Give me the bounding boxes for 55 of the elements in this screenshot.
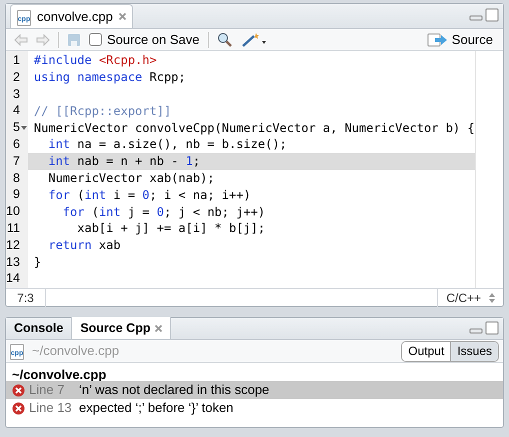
line-number: 10 — [6, 203, 20, 220]
source-arrow-icon — [426, 32, 449, 46]
cursor-position: 7:3 — [6, 288, 46, 306]
close-icon[interactable] — [155, 324, 162, 332]
code-line: #include <Rcpp.h> — [34, 52, 157, 70]
line-number: 3 — [12, 86, 20, 103]
view-toggle[interactable]: Issues — [450, 342, 498, 360]
forward-arrow-icon[interactable] — [36, 34, 50, 46]
issue-row[interactable]: Line 7 ‘n’ was not declared in this scope — [6, 381, 503, 399]
issue-line: Line 7 — [29, 381, 66, 400]
maximize-icon[interactable] — [485, 8, 499, 22]
issue-message: ‘n’ was not declared in this scope — [79, 381, 270, 400]
code-line: } — [34, 254, 42, 271]
checkbox[interactable] — [89, 33, 102, 46]
source-button[interactable]: Source — [426, 30, 495, 50]
issue-message: expected ‘;’ before ‘}’ token — [79, 399, 234, 418]
line-number: 11 — [6, 220, 20, 237]
back-arrow-icon[interactable] — [14, 34, 28, 46]
code-line: xab[i + j] += a[i] * b[j]; — [76, 220, 266, 238]
view-toggle[interactable]: Output — [402, 342, 450, 360]
line-number: 7 — [12, 152, 20, 170]
magic-wand-icon[interactable] — [240, 32, 267, 48]
code-line: for (int i = 0; i < na; i++) — [47, 186, 251, 204]
up-down-arrows-icon — [489, 292, 495, 302]
fold-icon[interactable] — [20, 126, 27, 130]
code-line: using namespace Rcpp; — [34, 69, 186, 86]
line-number: 8 — [12, 170, 20, 187]
code-line: return xab — [47, 237, 121, 254]
maximize-icon[interactable] — [485, 321, 499, 335]
code-line: // [[Rcpp::export]] — [34, 102, 172, 120]
line-number: 6 — [12, 136, 20, 154]
code-line: NumericVector xab(nab); — [47, 170, 215, 187]
code-line: NumericVector convolveCpp(NumericVector a, NumericVector b) { — [34, 120, 475, 137]
line-number: 4 — [12, 102, 20, 120]
error-icon — [12, 402, 25, 414]
issue-line: Line 13 — [29, 399, 73, 418]
line-number: 9 — [12, 186, 20, 204]
file-path: ~/convolve.cpp — [32, 342, 120, 360]
pane-tab[interactable]: Source Cpp — [72, 317, 172, 339]
line-number: 12 — [6, 236, 20, 254]
line-number: 2 — [12, 68, 20, 86]
code-line: int na = a.size(), nb = b.size(); — [47, 136, 287, 154]
search-icon[interactable] — [216, 32, 233, 48]
line-number: 13 — [6, 254, 20, 271]
source-on-save-label: Source on Save — [107, 30, 200, 49]
line-number: 1 — [12, 52, 20, 70]
line-number: 5 — [12, 119, 20, 136]
tab-title: convolve.cpp — [37, 8, 113, 26]
issues-file-name: ~/convolve.cpp — [11, 366, 108, 381]
close-icon[interactable] — [118, 13, 126, 20]
error-icon — [12, 384, 25, 396]
line-number: 14 — [6, 270, 20, 288]
code-line: int nab = n + nb - 1; — [47, 153, 200, 170]
language-selector[interactable]: C/C++ — [437, 288, 503, 306]
code-line: for (int j = 0; j < nb; j++) — [62, 204, 266, 221]
